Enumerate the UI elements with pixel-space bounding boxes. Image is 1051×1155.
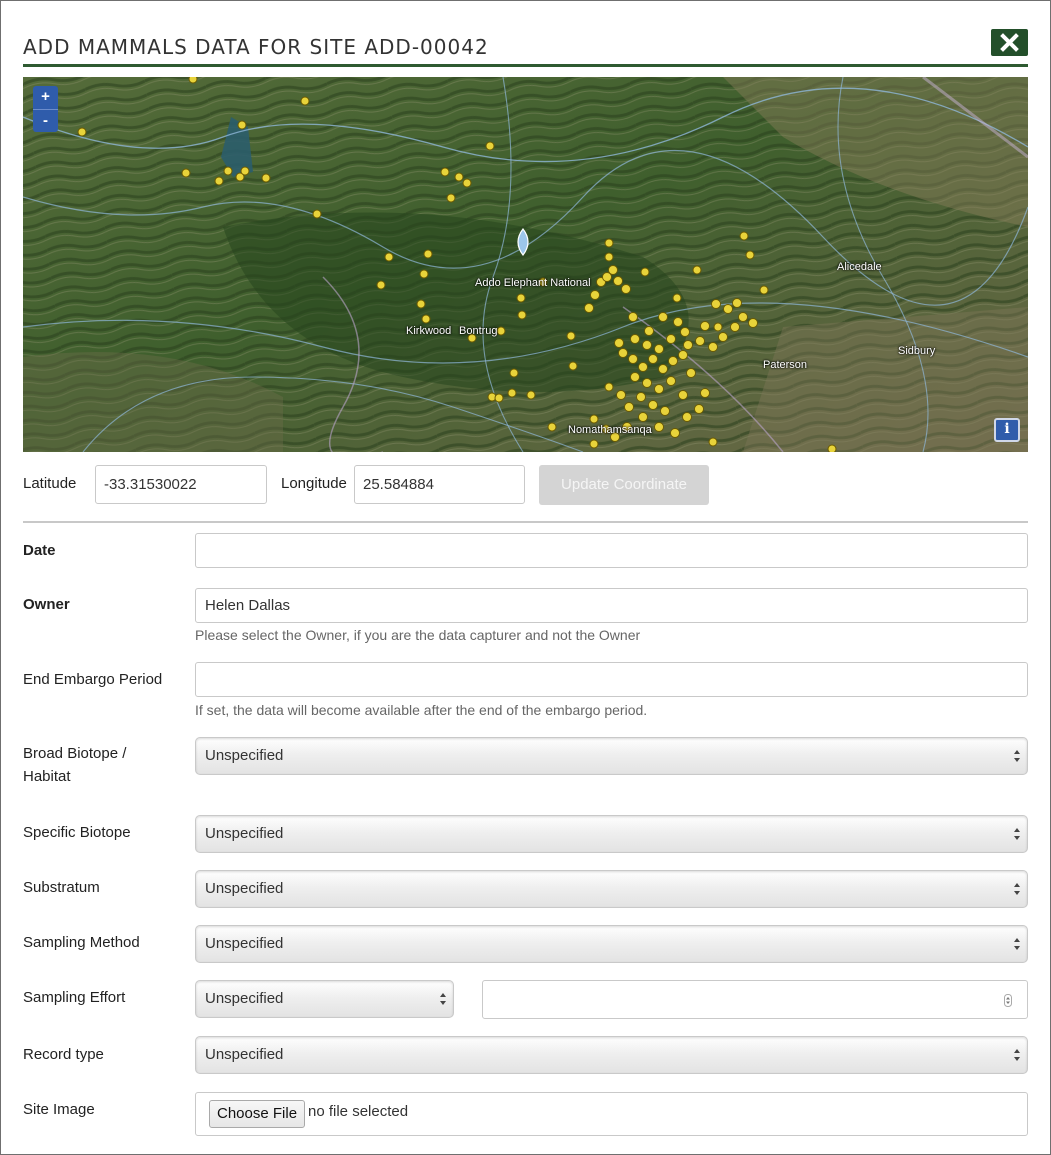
select-arrows-icon bbox=[1014, 938, 1020, 950]
map-info-button[interactable]: i bbox=[994, 418, 1020, 442]
longitude-input[interactable] bbox=[354, 465, 525, 504]
owner-label: Owner bbox=[23, 596, 70, 613]
site-image-label: Site Image bbox=[23, 1101, 95, 1118]
map-label-kirkwood: Kirkwood bbox=[406, 325, 452, 337]
record-type-value: Unspecified bbox=[205, 1046, 284, 1063]
sampling-method-select[interactable]: Unspecified bbox=[195, 925, 1028, 963]
map-label-paterson: Paterson bbox=[763, 359, 808, 371]
map-zoom-control: + - bbox=[33, 86, 58, 132]
sampling-effort-value: Unspecified bbox=[205, 990, 284, 1007]
record-type-label: Record type bbox=[23, 1046, 104, 1063]
sampling-effort-label: Sampling Effort bbox=[23, 989, 126, 1006]
close-icon bbox=[1000, 33, 1019, 52]
record-type-select[interactable]: Unspecified bbox=[195, 1036, 1028, 1074]
embargo-input[interactable] bbox=[195, 662, 1028, 697]
dialog-title: ADD MAMMALS DATA FOR SITE ADD-00042 bbox=[23, 35, 489, 59]
substratum-select[interactable]: Unspecified bbox=[195, 870, 1028, 908]
latitude-label: Latitude bbox=[23, 475, 77, 492]
sampling-effort-amount-input[interactable] bbox=[482, 980, 1028, 1019]
file-status-text: no file selected bbox=[308, 1103, 409, 1120]
map-label-sidbury: Sidbury bbox=[898, 345, 936, 357]
date-label: Date bbox=[23, 542, 56, 559]
map-label-nomathamsanqa: Nomathamsanqa bbox=[568, 424, 652, 436]
select-arrows-icon bbox=[1014, 1049, 1020, 1061]
embargo-label: End Embargo Period bbox=[23, 671, 163, 688]
dialog-frame: ADD MAMMALS DATA FOR SITE ADD-00042 Addo… bbox=[0, 0, 1051, 1155]
owner-input[interactable]: Helen Dallas bbox=[195, 588, 1028, 623]
broad-biotope-label: Broad Biotope / Habitat bbox=[23, 742, 173, 788]
select-arrows-icon bbox=[440, 993, 446, 1005]
owner-help-text: Please select the Owner, if you are the … bbox=[195, 627, 641, 643]
broad-biotope-value: Unspecified bbox=[205, 747, 284, 764]
site-map[interactable]: Addo Elephant National Kirkwood Bontrug … bbox=[23, 77, 1028, 452]
select-arrows-icon bbox=[1014, 750, 1020, 762]
close-button[interactable] bbox=[991, 29, 1028, 56]
select-arrows-icon bbox=[1014, 828, 1020, 840]
select-arrows-icon bbox=[1014, 883, 1020, 895]
date-input[interactable] bbox=[195, 533, 1028, 568]
choose-file-button[interactable]: Choose File bbox=[209, 1100, 306, 1128]
dialog-header: ADD MAMMALS DATA FOR SITE ADD-00042 bbox=[23, 29, 1028, 67]
longitude-label: Longitude bbox=[281, 475, 347, 492]
substratum-label: Substratum bbox=[23, 879, 100, 896]
specific-biotope-select[interactable]: Unspecified bbox=[195, 815, 1028, 853]
map-label-addo: Addo Elephant National bbox=[475, 277, 591, 289]
zoom-in-button[interactable]: + bbox=[33, 86, 58, 109]
section-divider bbox=[23, 521, 1028, 523]
broad-biotope-label-line2: Habitat bbox=[23, 768, 71, 785]
map-label-bontrug: Bontrug bbox=[459, 325, 498, 337]
broad-biotope-label-line1: Broad Biotope / bbox=[23, 745, 127, 762]
site-image-file-input: Choose File no file selected bbox=[195, 1092, 1028, 1136]
embargo-help-text: If set, the data will become available a… bbox=[195, 702, 648, 718]
number-spinner-icon[interactable] bbox=[1004, 994, 1012, 1007]
specific-biotope-label: Specific Biotope bbox=[23, 824, 131, 841]
specific-biotope-value: Unspecified bbox=[205, 825, 284, 842]
sampling-method-label: Sampling Method bbox=[23, 934, 140, 951]
update-coordinate-button[interactable]: Update Coordinate bbox=[539, 465, 709, 505]
broad-biotope-select[interactable]: Unspecified bbox=[195, 737, 1028, 775]
latitude-input[interactable] bbox=[95, 465, 267, 504]
map-label-alicedale: Alicedale bbox=[837, 261, 882, 273]
zoom-out-button[interactable]: - bbox=[33, 109, 58, 132]
sampling-effort-select[interactable]: Unspecified bbox=[195, 980, 454, 1018]
substratum-value: Unspecified bbox=[205, 880, 284, 897]
sampling-method-value: Unspecified bbox=[205, 935, 284, 952]
